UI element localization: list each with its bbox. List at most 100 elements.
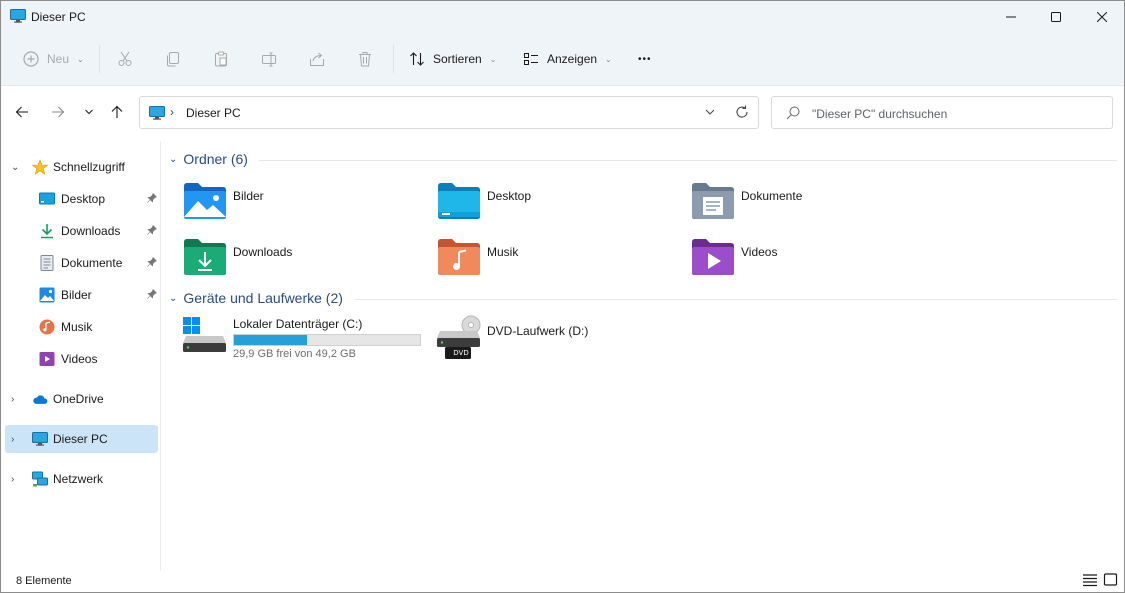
more-icon: ••• [638,53,652,65]
pictures-folder-icon [184,183,226,219]
search-icon [786,106,800,120]
chevron-right-icon[interactable]: › [11,394,14,405]
rename-button[interactable] [261,39,277,79]
sidebar-item-label: Downloads [61,224,121,238]
sidebar-item-music[interactable]: Musik [5,313,157,341]
chevron-down-icon: ⌄ [605,54,612,64]
folder-tile-videos[interactable]: Videos [691,237,931,285]
up-button[interactable] [106,101,128,123]
breadcrumb[interactable]: Dieser PC [186,106,241,120]
this-pc-icon [149,106,165,120]
arrow-left-icon [15,106,28,118]
explorer-window: Dieser PC Neu ⌄ Sortieren ⌄ Anzeigen ⌄ •… [0,0,1125,593]
chevron-down-icon[interactable] [703,105,717,119]
sidebar-item-this-pc[interactable]: › Dieser PC [5,425,158,453]
folder-tile-desktop[interactable]: Desktop [437,181,677,229]
sidebar-item-onedrive[interactable]: › OneDrive [5,385,157,413]
folder-tile-documents[interactable]: Dokumente [691,181,931,229]
sidebar-item-label: Dokumente [61,256,123,270]
chevron-down-icon[interactable]: ⌄ [11,162,19,173]
sidebar-item-network[interactable]: › Netzwerk [5,465,157,493]
sidebar-item-quick-access[interactable]: ⌄ Schnellzugriff [5,153,157,181]
windows-drive-icon [183,317,226,352]
more-options-button[interactable]: ••• [638,39,652,79]
view-label: Anzeigen [547,52,598,66]
dvd-badge: DVD [453,349,469,357]
folder-name: Videos [741,245,778,259]
desktop-icon [39,191,55,207]
cloud-icon [32,391,48,407]
desktop-folder-icon [438,183,480,219]
chevron-down-icon [85,109,93,115]
share-button[interactable] [309,39,325,79]
details-view-icon[interactable] [1082,573,1098,587]
breadcrumb-separator-icon[interactable]: › [170,105,174,119]
toolbar-separator [99,45,100,73]
pictures-icon [39,287,55,303]
sidebar-item-label: Schnellzugriff [53,160,125,174]
minimize-button[interactable] [988,1,1034,32]
sidebar-item-label: Desktop [61,192,106,206]
sidebar-item-documents[interactable]: Dokumente [5,249,158,277]
drive-tile-d[interactable]: DVD DVD-Laufwerk (D:) [437,315,677,365]
folder-tile-pictures[interactable]: Bilder [183,181,423,229]
drive-name: DVD-Laufwerk (D:) [487,324,589,338]
drive-free-space: 29,9 GB frei von 49,2 GB [233,348,356,360]
address-bar[interactable]: › Dieser PC [139,96,759,129]
group-title: Ordner (6) [183,151,248,167]
group-divider [259,160,1117,161]
folder-name: Dokumente [741,189,803,203]
this-pc-icon [10,9,26,23]
sidebar-item-label: Netzwerk [53,472,104,486]
folder-tile-downloads[interactable]: Downloads [183,237,423,285]
chevron-right-icon[interactable]: › [11,474,14,485]
folder-tile-music[interactable]: Musik [437,237,677,285]
view-button[interactable]: Anzeigen ⌄ [523,39,612,79]
pin-icon [147,288,158,302]
folder-name: Bilder [233,189,264,203]
status-item-count: 8 Elemente [16,575,72,587]
group-title: Geräte und Laufwerke (2) [183,290,343,306]
group-header-folders[interactable]: ⌄ Ordner (6) [169,149,248,169]
recent-locations-button[interactable] [78,101,100,123]
cut-button[interactable] [117,39,133,79]
downloads-folder-icon [184,239,226,275]
sidebar-item-downloads[interactable]: Downloads [5,217,158,245]
group-header-drives[interactable]: ⌄ Geräte und Laufwerke (2) [169,288,343,308]
paste-button[interactable] [213,39,229,79]
new-button[interactable]: Neu ⌄ [23,39,84,79]
view-icon [524,53,538,65]
pin-icon [147,192,158,206]
sort-icon [410,52,424,66]
close-button[interactable] [1079,1,1124,32]
chevron-down-icon: ⌄ [169,292,178,304]
this-pc-icon [32,431,48,447]
pin-icon [147,224,158,238]
minimize-icon [1006,16,1016,17]
sidebar-item-pictures[interactable]: Bilder [5,281,158,309]
sidebar-item-desktop[interactable]: Desktop [5,185,158,213]
refresh-icon[interactable] [734,104,750,120]
share-icon [310,52,324,66]
paste-icon [215,51,227,67]
forward-button[interactable] [47,101,69,123]
search-input[interactable]: "Dieser PC" durchsuchen [812,107,947,121]
sidebar-item-label: Videos [61,352,98,366]
drive-usage-fill [234,335,307,345]
sort-button[interactable]: Sortieren ⌄ [409,39,496,79]
window-title: Dieser PC [31,10,86,24]
sidebar-item-videos[interactable]: Videos [5,345,157,373]
music-folder-icon [438,239,480,275]
copy-button[interactable] [165,39,181,79]
search-box[interactable]: "Dieser PC" durchsuchen [771,96,1113,129]
maximize-button[interactable] [1033,1,1079,32]
chevron-right-icon[interactable]: › [11,434,14,445]
star-icon [32,159,48,175]
sidebar-item-label: Dieser PC [53,432,108,446]
delete-button[interactable] [357,39,373,79]
chevron-down-icon: ⌄ [77,54,84,64]
back-button[interactable] [11,101,33,123]
drive-tile-c[interactable]: Lokaler Datenträger (C:) 29,9 GB frei vo… [183,315,423,365]
large-icons-view-icon[interactable] [1103,573,1119,587]
sort-label: Sortieren [433,52,482,66]
